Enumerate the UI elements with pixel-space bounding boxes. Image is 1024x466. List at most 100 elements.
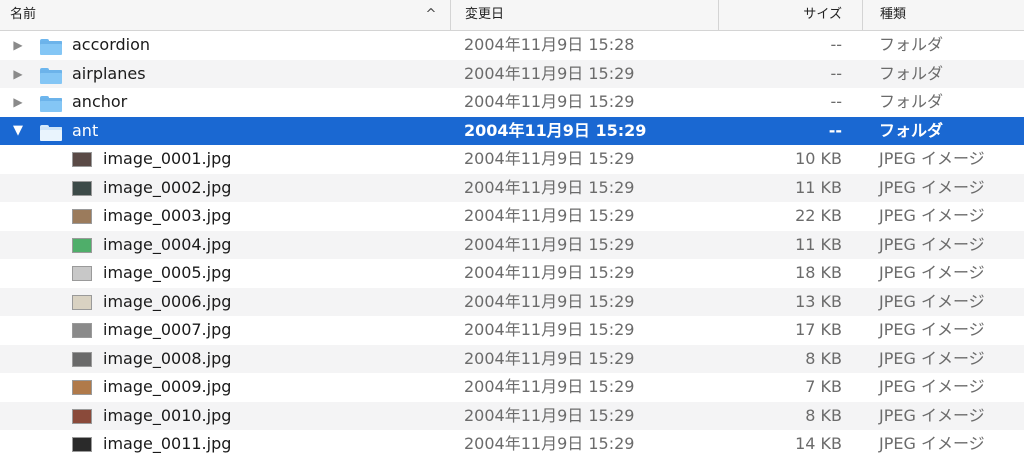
item-kind: JPEG イメージ: [879, 348, 985, 368]
item-kind: JPEG イメージ: [879, 320, 985, 339]
jpeg-thumbnail-icon: [72, 180, 92, 196]
file-row[interactable]: image_0006.jpg 2004年11月9日 15:29 13 KB JPEG …: [0, 287, 1024, 316]
jpeg-thumbnail-icon: [72, 380, 92, 395]
folder-row[interactable]: ▼ ant 2004年11月9日 15:29 -- フォルダ: [0, 116, 1024, 146]
sort-ascending-icon[interactable]: ^: [424, 0, 438, 30]
item-kind: フォルダ: [879, 35, 944, 54]
item-name: image_0003.jpg: [103, 206, 232, 225]
jpeg-thumbnail-icon: [72, 209, 92, 224]
disclosure-collapsed-icon[interactable]: ▶: [10, 31, 26, 60]
item-kind: JPEG イメージ: [879, 234, 985, 254]
item-date: 2004年11月9日 15:29: [464, 405, 635, 425]
item-date: 2004年11月9日 15:28: [464, 35, 635, 54]
folder-row[interactable]: ▶ airplanes 2004年11月9日 15:29 -- フォルダ: [0, 59, 1024, 89]
item-kind: フォルダ: [879, 120, 944, 140]
item-size: 10 KB: [795, 149, 842, 168]
item-date: 2004年11月9日 15:29: [464, 434, 635, 453]
jpeg-thumbnail-icon: [72, 323, 92, 338]
jpeg-thumbnail-icon: [72, 294, 92, 310]
item-size: 18 KB: [795, 263, 842, 282]
folder-icon: [40, 96, 62, 112]
file-row[interactable]: image_0008.jpg 2004年11月9日 15:29 8 KB JPEG イ…: [0, 344, 1024, 373]
file-row[interactable]: image_0003.jpg 2004年11月9日 15:29 22 KB JPEG …: [0, 202, 1024, 231]
item-name: image_0007.jpg: [103, 320, 232, 339]
jpeg-thumbnail-icon: [72, 237, 92, 253]
item-kind: JPEG イメージ: [879, 377, 985, 396]
column-header-name[interactable]: 名前: [10, 0, 450, 30]
item-name: image_0010.jpg: [103, 405, 232, 425]
item-kind: JPEG イメージ: [879, 434, 985, 453]
item-name: image_0001.jpg: [103, 149, 232, 168]
item-name: image_0009.jpg: [103, 377, 232, 396]
item-size: 11 KB: [795, 234, 842, 254]
file-row[interactable]: image_0010.jpg 2004年11月9日 15:29 8 KB JPEG イ…: [0, 401, 1024, 430]
item-size: --: [830, 35, 842, 54]
jpeg-thumbnail-icon: [72, 152, 92, 167]
jpeg-thumbnail-icon: [72, 437, 92, 452]
folder-row[interactable]: ▶ anchor 2004年11月9日 15:29 -- フォルダ: [0, 88, 1024, 117]
item-date: 2004年11月9日 15:29: [464, 92, 635, 111]
item-date: 2004年11月9日 15:29: [464, 263, 635, 282]
file-row[interactable]: image_0011.jpg 2004年11月9日 15:29 14 KB JPEG …: [0, 430, 1024, 459]
item-size: --: [828, 120, 842, 140]
item-name: image_0002.jpg: [103, 177, 232, 197]
item-name: image_0004.jpg: [103, 234, 232, 254]
jpeg-thumbnail-icon: [72, 408, 92, 424]
item-name: image_0006.jpg: [103, 291, 232, 311]
item-date: 2004年11月9日 15:29: [464, 320, 635, 339]
item-kind: フォルダ: [879, 63, 944, 83]
item-date: 2004年11月9日 15:29: [464, 149, 635, 168]
jpeg-thumbnail-icon: [72, 351, 92, 367]
disclosure-collapsed-icon[interactable]: ▶: [10, 88, 26, 117]
item-size: 13 KB: [795, 291, 842, 311]
item-size: --: [830, 92, 842, 111]
folder-row[interactable]: ▶ accordion 2004年11月9日 15:28 -- フォルダ: [0, 31, 1024, 60]
item-size: 8 KB: [805, 405, 842, 425]
folder-icon: [40, 124, 62, 141]
column-header-bar: 名前 ^ 変更日 サイズ 種類: [0, 0, 1024, 31]
column-header-kind[interactable]: 種類: [862, 0, 1024, 30]
item-kind: JPEG イメージ: [879, 206, 985, 225]
item-name: image_0005.jpg: [103, 263, 232, 282]
item-date: 2004年11月9日 15:29: [464, 291, 635, 311]
item-kind: JPEG イメージ: [879, 263, 985, 282]
item-kind: JPEG イメージ: [879, 149, 985, 168]
folder-icon: [40, 39, 62, 55]
item-date: 2004年11月9日 15:29: [464, 377, 635, 396]
jpeg-thumbnail-icon: [72, 266, 92, 281]
item-date: 2004年11月9日 15:29: [464, 120, 647, 140]
file-row[interactable]: image_0001.jpg 2004年11月9日 15:29 10 KB JPEG …: [0, 145, 1024, 174]
file-row[interactable]: image_0007.jpg 2004年11月9日 15:29 17 KB JPEG …: [0, 316, 1024, 345]
folder-icon: [40, 67, 62, 84]
item-size: 17 KB: [795, 320, 842, 339]
file-row[interactable]: image_0005.jpg 2004年11月9日 15:29 18 KB JPEG …: [0, 259, 1024, 288]
column-header-date[interactable]: 変更日: [450, 0, 718, 30]
file-row[interactable]: image_0009.jpg 2004年11月9日 15:29 7 KB JPEG イ…: [0, 373, 1024, 402]
column-header-size[interactable]: サイズ: [718, 0, 862, 30]
item-date: 2004年11月9日 15:29: [464, 206, 635, 225]
disclosure-collapsed-icon[interactable]: ▶: [10, 60, 26, 89]
item-date: 2004年11月9日 15:29: [464, 348, 635, 368]
item-name: ant: [72, 120, 99, 140]
file-row[interactable]: image_0004.jpg 2004年11月9日 15:29 11 KB JPEG …: [0, 230, 1024, 259]
item-name: airplanes: [72, 63, 146, 83]
disclosure-expanded-icon[interactable]: ▼: [10, 117, 26, 146]
file-list: ▶ accordion 2004年11月9日 15:28 -- フォルダ ▶ airplan…: [0, 31, 1024, 459]
item-date: 2004年11月9日 15:29: [464, 234, 635, 254]
item-size: 7 KB: [805, 377, 842, 396]
item-size: 11 KB: [795, 177, 842, 197]
item-name: image_0011.jpg: [103, 434, 232, 453]
item-size: 22 KB: [795, 206, 842, 225]
item-name: anchor: [72, 92, 128, 111]
item-size: 14 KB: [795, 434, 842, 453]
file-row[interactable]: image_0002.jpg 2004年11月9日 15:29 11 KB JPEG …: [0, 173, 1024, 202]
item-size: --: [830, 63, 842, 83]
item-kind: JPEG イメージ: [879, 177, 985, 197]
item-kind: JPEG イメージ: [879, 405, 985, 425]
item-name: accordion: [72, 35, 151, 54]
item-date: 2004年11月9日 15:29: [464, 177, 635, 197]
item-kind: フォルダ: [879, 92, 944, 111]
item-date: 2004年11月9日 15:29: [464, 63, 635, 83]
item-size: 8 KB: [805, 348, 842, 368]
item-name: image_0008.jpg: [103, 348, 232, 368]
